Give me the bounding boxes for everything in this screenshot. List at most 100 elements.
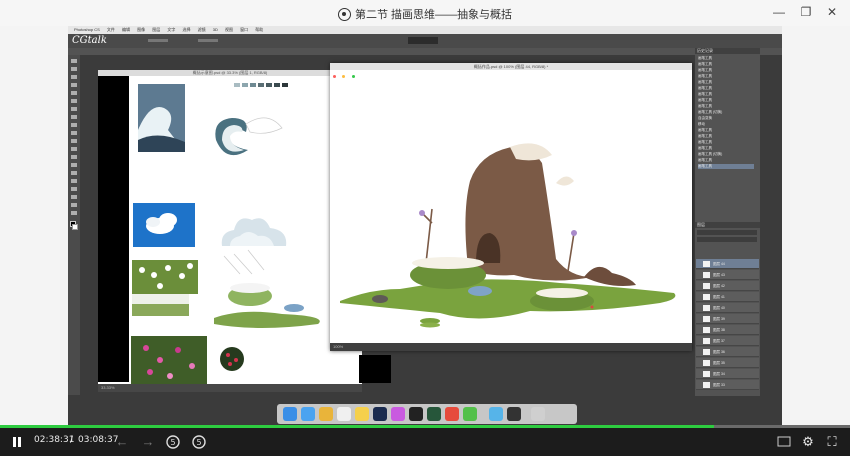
subtitles-icon [777,436,791,447]
trash-icon[interactable] [531,407,545,421]
seek-back-button[interactable]: ← [114,434,130,450]
history-item[interactable]: 画笔工具 [698,62,754,67]
history-item[interactable]: 画笔工具 [698,146,754,151]
history-item[interactable]: 画笔工具 [698,98,754,103]
history-item[interactable]: 移动 [698,122,754,127]
twig-left [421,208,433,264]
notes-icon[interactable] [355,407,369,421]
seek-forward-button[interactable]: → [140,434,156,450]
ps-toolbox [68,55,80,395]
pause-button[interactable] [10,434,24,450]
imovie-icon[interactable] [391,407,405,421]
layer-row[interactable]: 图层 43 [696,270,759,280]
layer-name: 图层 39 [713,317,725,321]
stump-side-ring [556,176,574,186]
video-letterbox-left [0,26,68,426]
history-item[interactable]: 画笔工具 [698,86,754,91]
lavender-flower-left [419,210,425,216]
layer-row[interactable]: 图层 35 [696,358,759,368]
fullscreen-button[interactable]: ⛶ [824,434,840,450]
daisy-tops-left [412,257,484,269]
history-item[interactable]: 画笔工具 [698,74,754,79]
photoshop-icon[interactable] [373,407,387,421]
blend-mode-select[interactable] [697,237,757,242]
settings-button[interactable]: ⚙ [800,434,816,450]
video-frame[interactable]: Photoshop CS 文件 编辑 图像 图层 文字 选择 滤镜 3D 视图 … [0,26,850,426]
qq-icon[interactable] [409,407,423,421]
finder-icon[interactable] [283,407,297,421]
system-prefs-icon[interactable] [445,407,459,421]
layer-filter-bar[interactable] [697,230,757,235]
history-item[interactable]: 画笔工具 [698,134,754,139]
layer-thumbnail [703,294,710,300]
stamp-tool-icon [71,123,77,127]
arrow-right-icon: → [141,434,155,449]
layer-row[interactable]: 图层 38 [696,325,759,335]
zoom-tool-icon [71,211,77,215]
history-item[interactable]: 画笔工具 [698,128,754,133]
layer-thumbnail [703,360,710,366]
crop-tool-icon [71,91,77,95]
window-title: 第二节 描画思维——抽象与概括 [0,6,850,22]
layer-name: 图层 44 [713,262,725,266]
layer-row[interactable]: 图层 40 [696,303,759,313]
fullscreen-icon: ⛶ [827,434,837,449]
history-item[interactable]: 画笔工具 (切换) [698,152,754,157]
history-item[interactable]: 画笔工具 [698,104,754,109]
twig-right [567,232,575,272]
close-button[interactable]: ✕ [823,4,841,20]
layer-name: 图层 40 [713,306,725,310]
subtitles-button[interactable] [776,434,792,450]
layer-row[interactable]: 图层 41 [696,292,759,302]
layer-row-active[interactable]: 图层 44 [696,259,759,269]
layer-name: 图层 41 [713,295,725,299]
history-item[interactable]: 画笔工具 [698,140,754,145]
folder-icon[interactable] [489,407,503,421]
layer-row[interactable]: 图层 42 [696,281,759,291]
photos-icon[interactable] [319,407,333,421]
layer-thumbnail [703,261,710,267]
gradient-tool-icon [71,147,77,151]
ps-center-widget [408,37,438,44]
ps-menu-help: 帮助 [255,27,264,32]
wechat-icon[interactable] [463,407,477,421]
safari-icon[interactable] [301,407,315,421]
history-item[interactable]: 画笔工具 [698,158,754,163]
magic-wand-tool-icon [71,83,77,87]
forward-5s-button[interactable]: 5 [190,434,208,450]
berry-bush-stylised [220,347,244,371]
history-item[interactable]: 画笔工具 [698,92,754,97]
eyedropper-tool-icon [71,99,77,103]
restore-button[interactable]: ❐ [797,4,815,20]
history-item[interactable]: 画笔工具 [698,80,754,85]
history-item[interactable]: 画笔工具 [698,56,754,61]
app-icon[interactable] [427,407,441,421]
grass-mound-stylised [214,249,320,328]
rewind-5s-button[interactable]: 5 [164,434,182,450]
terminal-icon[interactable] [507,407,521,421]
rewind-5s-icon: 5 [166,435,180,449]
mail-icon[interactable] [337,407,351,421]
small-grass-patch [420,322,440,328]
layer-row[interactable]: 图层 39 [696,314,759,324]
color-swatches [234,83,288,87]
ps-menu-layer: 图层 [152,27,161,32]
history-item-current[interactable]: 画笔工具 [698,164,754,169]
layer-row[interactable]: 图层 36 [696,347,759,357]
history-item[interactable]: 画笔工具 [698,68,754,73]
lasso-tool-icon [71,75,77,79]
history-item[interactable]: 自由变换 [698,116,754,121]
shape-tool-icon [71,195,77,199]
layer-row[interactable]: 图层 37 [696,336,759,346]
layer-row[interactable]: 图层 34 [696,369,759,379]
app-logo-icon [337,8,351,21]
history-item[interactable]: 画笔工具 (切换) [698,110,754,115]
layer-row[interactable]: 图层 33 [696,380,759,390]
artwork-canvas [340,143,676,328]
path-select-tool-icon [71,187,77,191]
ps-menu-bar: Photoshop CS 文件 编辑 图像 图层 文字 选择 滤镜 3D 视图 … [68,26,782,34]
eraser-tool-icon [71,139,77,143]
red-berry [590,305,594,309]
app-window: 第二节 描画思维——抽象与概括 — ❐ ✕ Photoshop CS 文件 编辑… [0,0,850,456]
minimize-button[interactable]: — [770,4,788,20]
